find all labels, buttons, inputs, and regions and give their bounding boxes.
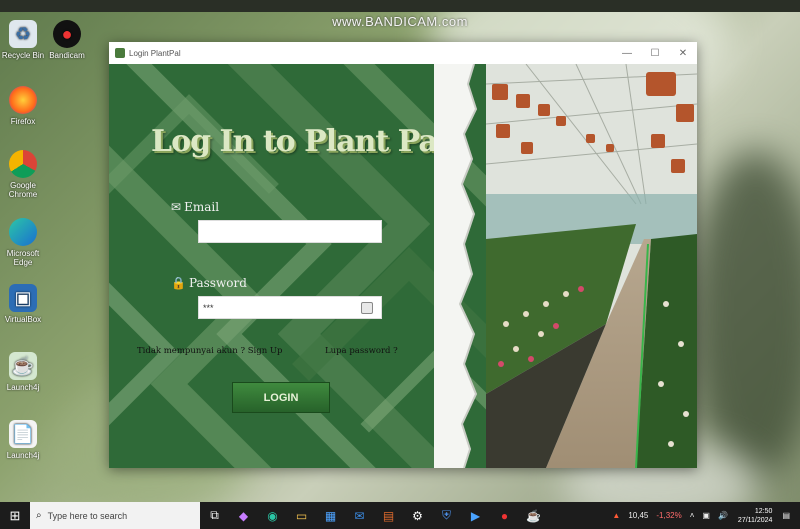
launch4j-icon: 📄: [9, 420, 37, 448]
bandicam-taskbar-icon[interactable]: ●: [490, 502, 519, 529]
clock-date: 27/11/2024: [737, 516, 773, 524]
desktop-icon-label: Launch4j: [6, 451, 40, 460]
window-controls: — ☐ ✕: [613, 42, 697, 64]
stock-change: -1,32%: [656, 511, 682, 520]
email-label: ✉ Email: [171, 200, 219, 214]
login-button[interactable]: LOGIN: [232, 382, 330, 413]
desktop-icon-label: Bandicam: [49, 51, 85, 60]
launch4j-icon: ☕: [9, 352, 37, 380]
desktop-icon-edge[interactable]: Microsoft Edge: [0, 218, 46, 267]
recycle-bin-icon: ♻: [9, 20, 37, 48]
desktop-icon-label: Firefox: [10, 117, 36, 126]
bandicam-icon: ●: [53, 20, 81, 48]
background-blur: [690, 150, 800, 480]
search-icon: ⌕: [36, 510, 42, 521]
taskbar-search[interactable]: ⌕ Type here to search: [30, 502, 200, 529]
email-label-text: Email: [184, 200, 220, 214]
volume-icon[interactable]: 🔊: [718, 511, 728, 520]
taskbar: ⊞ ⌕ Type here to search ⧉ ◆ ◉ ▭ ▦ ✉ ▤ ⚙ …: [0, 502, 800, 529]
desktop-icon-label: Launch4j: [6, 383, 40, 392]
password-label: 🔒 Password: [171, 276, 247, 290]
desktop-icon-recycle-bin[interactable]: ♻ Recycle Bin: [0, 20, 46, 60]
desktop-icon-firefox[interactable]: Firefox: [0, 86, 46, 126]
media-taskbar-icon[interactable]: ▶: [461, 502, 490, 529]
clock-time: 12:50: [754, 507, 773, 515]
shield-taskbar-icon[interactable]: ⛨: [432, 502, 461, 529]
desktop-icon-label: VirtualBox: [4, 315, 42, 324]
desktop-icon-launch4j[interactable]: ☕ Launch4j: [0, 352, 46, 392]
minimize-button[interactable]: —: [613, 42, 641, 64]
virtualbox-icon: ▣: [9, 284, 37, 312]
edge-icon: [9, 218, 37, 246]
email-field[interactable]: [198, 220, 382, 243]
password-label-text: Password: [188, 276, 247, 290]
copilot-icon[interactable]: ◆: [229, 502, 258, 529]
store-icon[interactable]: ▦: [316, 502, 345, 529]
desktop-icon-chrome[interactable]: Google Chrome: [0, 150, 46, 199]
signup-prompt: Tidak mempunyai akun ?: [137, 346, 246, 356]
page-title: Log In to Plant Pal: [151, 124, 448, 159]
greenhouse-photo: [486, 64, 697, 468]
mail-taskbar-icon[interactable]: ✉: [345, 502, 374, 529]
desktop-icon-label: Microsoft Edge: [6, 249, 40, 267]
close-button[interactable]: ✕: [669, 42, 697, 64]
notification-icon[interactable]: ▤: [782, 511, 790, 520]
search-placeholder: Type here to search: [47, 510, 128, 521]
chrome-icon: [9, 150, 37, 178]
window-title: Login PlantPal: [129, 48, 181, 58]
windows-start-button[interactable]: ⊞: [0, 502, 30, 529]
desktop-icon-virtualbox[interactable]: ▣ VirtualBox: [0, 284, 46, 324]
login-panel: Log In to Plant Pal ✉ Email 🔒 Password T…: [109, 64, 487, 468]
desktop-icon-label: Google Chrome: [8, 181, 38, 199]
greenhouse-image: [486, 64, 697, 468]
task-view-icon[interactable]: ⧉: [200, 502, 229, 529]
signup-row: Tidak mempunyai akun ? Sign Up: [137, 346, 282, 356]
window-titlebar: Login PlantPal — ☐ ✕: [109, 42, 697, 64]
stock-chart-icon[interactable]: ▲: [612, 511, 620, 520]
app-taskbar-icon[interactable]: ▤: [374, 502, 403, 529]
watermark-text: www.BANDICAM.com: [332, 14, 468, 29]
lock-icon: 🔒: [171, 276, 186, 290]
firefox-icon: [9, 86, 37, 114]
show-password-toggle[interactable]: [361, 302, 373, 314]
mail-icon: ✉: [171, 200, 182, 214]
app-icon: [115, 48, 125, 58]
desktop-icon-bandicam[interactable]: ● Bandicam: [44, 20, 90, 60]
torn-paper-edge: [434, 64, 478, 468]
clock[interactable]: 12:50 27/11/2024: [738, 507, 773, 525]
password-field[interactable]: [198, 296, 382, 319]
edge-taskbar-icon[interactable]: ◉: [258, 502, 287, 529]
desktop-icon-launch4j[interactable]: 📄 Launch4j: [0, 420, 46, 460]
signup-link[interactable]: Sign Up: [248, 346, 283, 356]
forgot-password-link[interactable]: Lupa password ?: [325, 346, 398, 356]
settings-icon[interactable]: ⚙: [403, 502, 432, 529]
file-explorer-icon[interactable]: ▭: [287, 502, 316, 529]
maximize-button[interactable]: ☐: [641, 42, 669, 64]
network-icon[interactable]: ▣: [702, 511, 710, 520]
java-app-taskbar-icon[interactable]: ☕: [519, 502, 548, 529]
recording-bar: [0, 0, 800, 12]
stock-value: 10,45: [628, 511, 649, 520]
login-window: Login PlantPal — ☐ ✕ Log In to Plant Pal…: [109, 42, 697, 468]
desktop-icon-label: Recycle Bin: [1, 51, 45, 60]
system-tray: ▲ 10,45 -1,32% ˄ ▣ 🔊 12:50 27/11/2024 ▤: [608, 502, 800, 529]
chevron-up-icon[interactable]: ˄: [690, 511, 695, 520]
